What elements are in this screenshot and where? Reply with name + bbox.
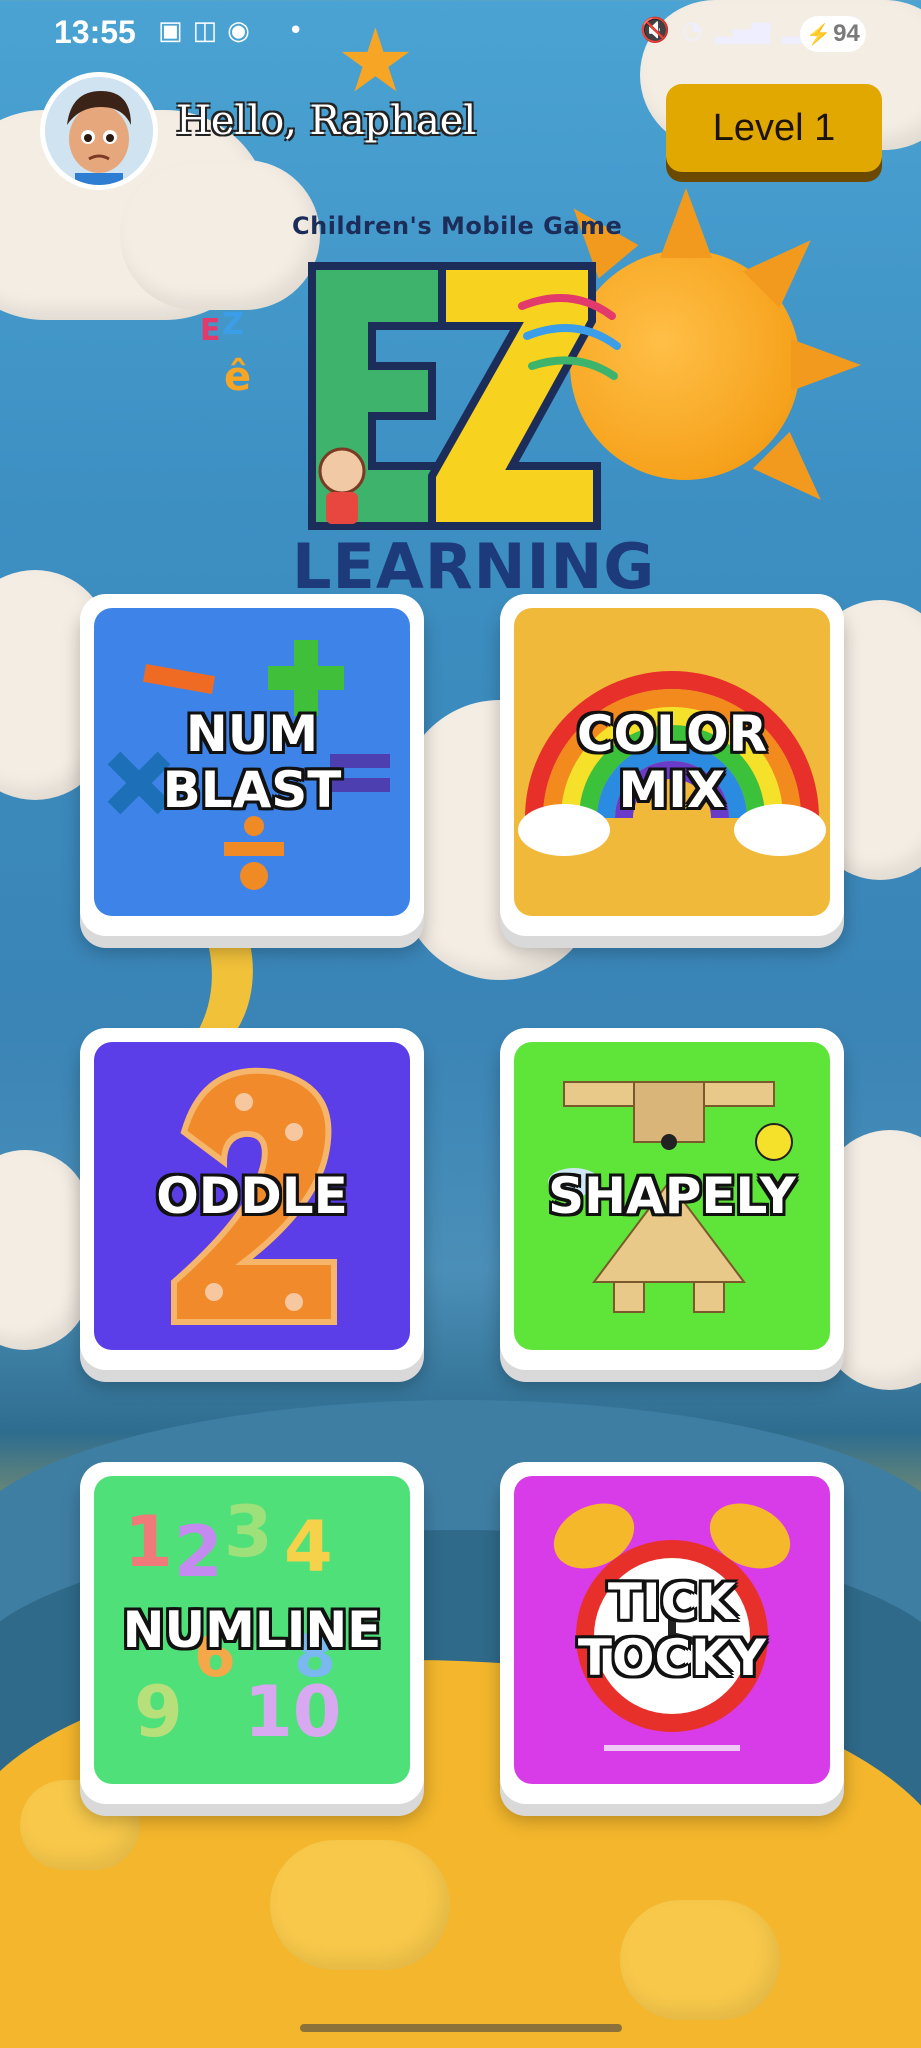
svg-text:2: 2 (174, 1511, 223, 1593)
charging-icon: ⚡ (806, 23, 832, 46)
svg-text:1: 1 (124, 1501, 173, 1583)
game-title: ODDLE (156, 1167, 348, 1225)
game-tile-background: 1 2 3 4 9 10 6 8 NUMLINE (94, 1476, 410, 1784)
game-title: COLOR MIX (576, 705, 768, 819)
level-button[interactable]: Level 1 (666, 84, 882, 172)
game-tile-background: SHAPELY (514, 1042, 830, 1350)
svg-text:3: 3 (224, 1491, 273, 1573)
game-tile-num-blast[interactable]: NUM BLAST (80, 594, 424, 936)
screenshot-notification-icon: ◫ (192, 16, 218, 46)
mute-icon: 🔇 (640, 16, 670, 44)
battery-indicator: ⚡ 94 (800, 16, 866, 52)
avatar-face-icon (45, 77, 153, 185)
game-tile-oddle[interactable]: ODDLE (80, 1028, 424, 1370)
game-title: TICK TOCKY (577, 1573, 767, 1687)
game-tile-background: NUM BLAST (94, 608, 410, 916)
home-indicator[interactable] (300, 2024, 622, 2032)
game-tile-background: COLOR MIX (514, 608, 830, 916)
game-tile-tick-tocky[interactable]: TICK TOCKY (500, 1462, 844, 1804)
svg-text:4: 4 (284, 1506, 333, 1588)
signal-icon: ▂▄▆ (714, 16, 771, 44)
game-tile-background: ODDLE (94, 1042, 410, 1350)
game-title: NUMLINE (122, 1601, 382, 1659)
more-notifications-dot-icon: • (288, 16, 304, 46)
chat-notification-icon: ▣ (158, 16, 183, 46)
svg-text:9: 9 (134, 1671, 183, 1753)
game-tile-background: TICK TOCKY (514, 1476, 830, 1784)
game-title: NUM BLAST (162, 705, 342, 819)
game-tile-numline[interactable]: 1 2 3 4 9 10 6 8 NUMLINE (80, 1462, 424, 1804)
avatar[interactable] (40, 72, 158, 190)
status-bar: 13:55 ▣ ◫ ◉ • 🔇 ◔ ▂▄▆ ▂▄▆ ⚡ 94 (0, 0, 921, 70)
app-logo: Children's Mobile Game LEARNING (200, 200, 680, 610)
notification-icons: ▣ ◫ ◉ (158, 16, 250, 46)
app-notification-icon: ◉ (227, 16, 250, 46)
game-title: SHAPELY (548, 1167, 796, 1225)
battery-level: 94 (833, 20, 860, 47)
ez-logo-mark (308, 262, 621, 530)
wifi-icon: ◔ (681, 16, 703, 44)
game-tile-color-mix[interactable]: COLOR MIX (500, 594, 844, 936)
greeting-text: Hello, Raphael (176, 98, 477, 144)
logo-word: LEARNING (292, 530, 656, 603)
status-time: 13:55 (54, 14, 136, 50)
logo-tagline: Children's Mobile Game (292, 212, 623, 240)
game-tile-shapely[interactable]: SHAPELY (500, 1028, 844, 1370)
